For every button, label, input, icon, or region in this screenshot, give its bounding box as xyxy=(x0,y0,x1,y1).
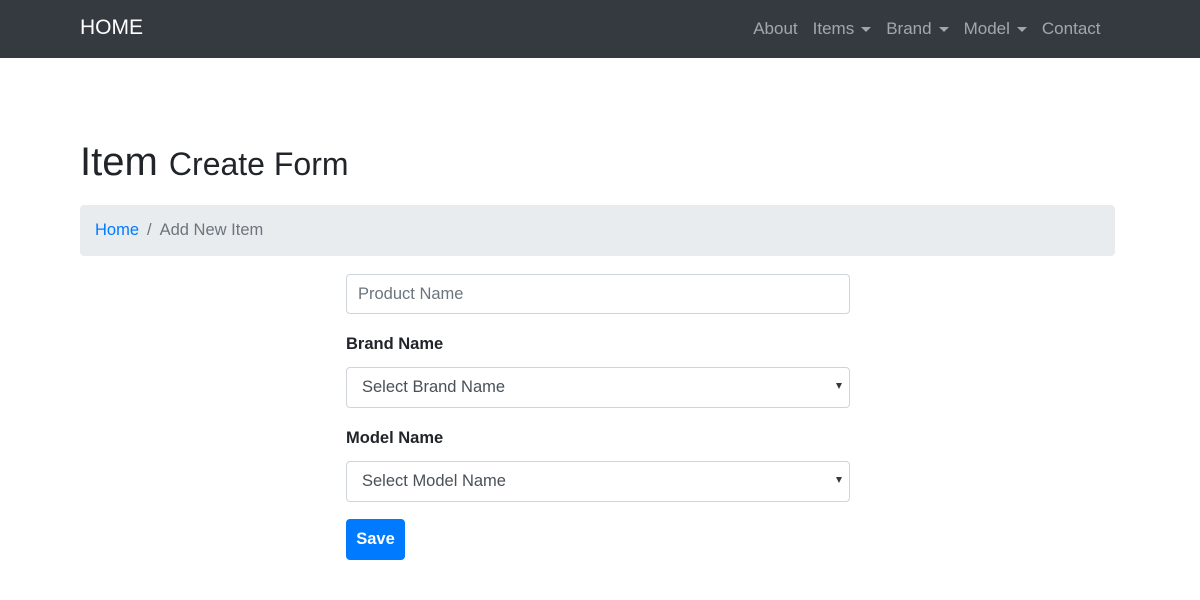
breadcrumb-current: Add New Item xyxy=(159,221,264,239)
nav-item-model[interactable]: Model xyxy=(956,19,1034,39)
nav-menu: About Items Brand Model Contact xyxy=(746,0,1108,58)
nav-item-label: Contact xyxy=(1041,19,1101,38)
breadcrumb-home-link[interactable]: Home xyxy=(95,221,139,240)
navbar: HOME About Items Brand Model Contact xyxy=(0,0,1200,58)
nav-item-label: Items xyxy=(812,19,855,38)
model-name-label: Model Name xyxy=(346,429,444,447)
select-arrow-icon xyxy=(836,477,842,483)
nav-item-brand[interactable]: Brand xyxy=(879,19,956,39)
nav-item-about[interactable]: About xyxy=(746,19,805,39)
brand-select-value: Select Brand Name xyxy=(362,378,506,396)
caret-down-icon xyxy=(938,26,949,32)
item-create-form: Brand Name Select Brand Name Model Name … xyxy=(346,274,850,560)
brand-link[interactable]: HOME xyxy=(80,16,143,40)
page-title-main: Item xyxy=(80,140,158,184)
page-title: Item Create Form xyxy=(80,140,349,184)
brand-name-label: Brand Name xyxy=(346,335,444,353)
page-subtitle: Create Form xyxy=(168,146,349,182)
model-name-select[interactable]: Select Model Name xyxy=(346,461,850,502)
caret-down-icon xyxy=(1016,26,1027,32)
nav-item-label: Brand xyxy=(886,19,932,38)
nav-item-label: Model xyxy=(963,19,1010,38)
nav-item-items[interactable]: Items xyxy=(805,19,879,39)
nav-item-contact[interactable]: Contact xyxy=(1034,19,1108,39)
brand-name-select[interactable]: Select Brand Name xyxy=(346,367,850,408)
caret-down-icon xyxy=(861,26,872,32)
product-name-input[interactable] xyxy=(346,274,850,314)
breadcrumb-separator: / xyxy=(147,221,152,239)
model-select-value: Select Model Name xyxy=(362,472,506,490)
form-actions: Save xyxy=(346,519,850,560)
select-arrow-icon xyxy=(836,383,842,389)
breadcrumb: Home / Add New Item xyxy=(80,205,1115,256)
nav-item-label: About xyxy=(753,19,798,38)
save-button[interactable]: Save xyxy=(346,519,405,560)
